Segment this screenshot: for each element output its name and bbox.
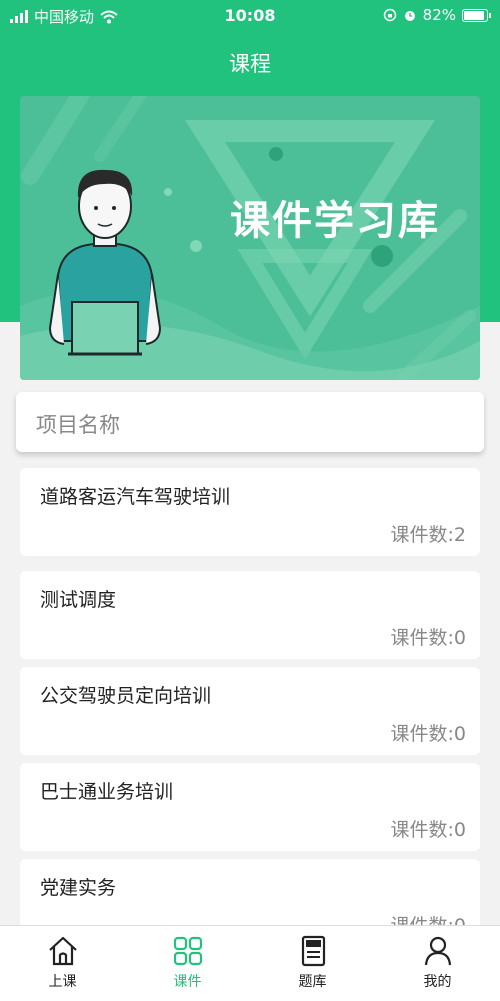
tab-attend-class[interactable]: 上课 — [0, 926, 125, 1001]
banner: 课件学习库 — [20, 96, 480, 380]
person-icon — [424, 936, 451, 966]
tab-courseware[interactable]: 课件 — [125, 926, 250, 1001]
project-card[interactable]: 巴士通业务培训 课件数:0 — [20, 763, 480, 851]
tab-label: 课件 — [173, 974, 202, 990]
alarm-icon — [404, 11, 415, 21]
battery-icon — [462, 8, 491, 22]
project-card[interactable]: 道路客运汽车驾驶培训 课件数:2 — [20, 468, 480, 556]
tab-bar: 上课 课件 题库 我的 — [0, 925, 500, 1001]
project-title: 测试调度 — [40, 589, 117, 611]
tab-label: 题库 — [298, 974, 327, 990]
tab-question-bank[interactable]: 题库 — [250, 926, 375, 1001]
project-title: 公交驾驶员定向培训 — [40, 685, 212, 707]
search-placeholder: 项目名称 — [36, 413, 120, 437]
tab-label: 我的 — [423, 974, 452, 990]
project-count: 课件数:0 — [390, 723, 467, 745]
status-bar: 中国移动 10:08 82% — [0, 0, 500, 32]
project-title: 党建实务 — [40, 877, 117, 899]
project-title: 巴士通业务培训 — [40, 781, 174, 803]
project-count: 课件数:0 — [390, 819, 467, 841]
project-card[interactable]: 测试调度 课件数:0 — [20, 571, 480, 659]
banner-title: 课件学习库 — [230, 198, 440, 244]
project-count: 课件数:0 — [390, 627, 467, 649]
home-icon — [48, 936, 77, 966]
page-title: 课程 — [229, 52, 271, 76]
search-input[interactable]: 项目名称 — [16, 392, 484, 452]
orientation-lock-icon — [383, 8, 396, 22]
document-icon — [301, 935, 325, 967]
project-card[interactable]: 公交驾驶员定向培训 课件数:0 — [20, 667, 480, 755]
tab-profile[interactable]: 我的 — [375, 926, 500, 1001]
project-count: 课件数:2 — [390, 524, 467, 546]
battery-percent: 82% — [422, 6, 456, 24]
project-title: 道路客运汽车驾驶培训 — [40, 486, 231, 508]
tab-label: 上课 — [48, 974, 77, 990]
grid-icon — [173, 936, 202, 966]
